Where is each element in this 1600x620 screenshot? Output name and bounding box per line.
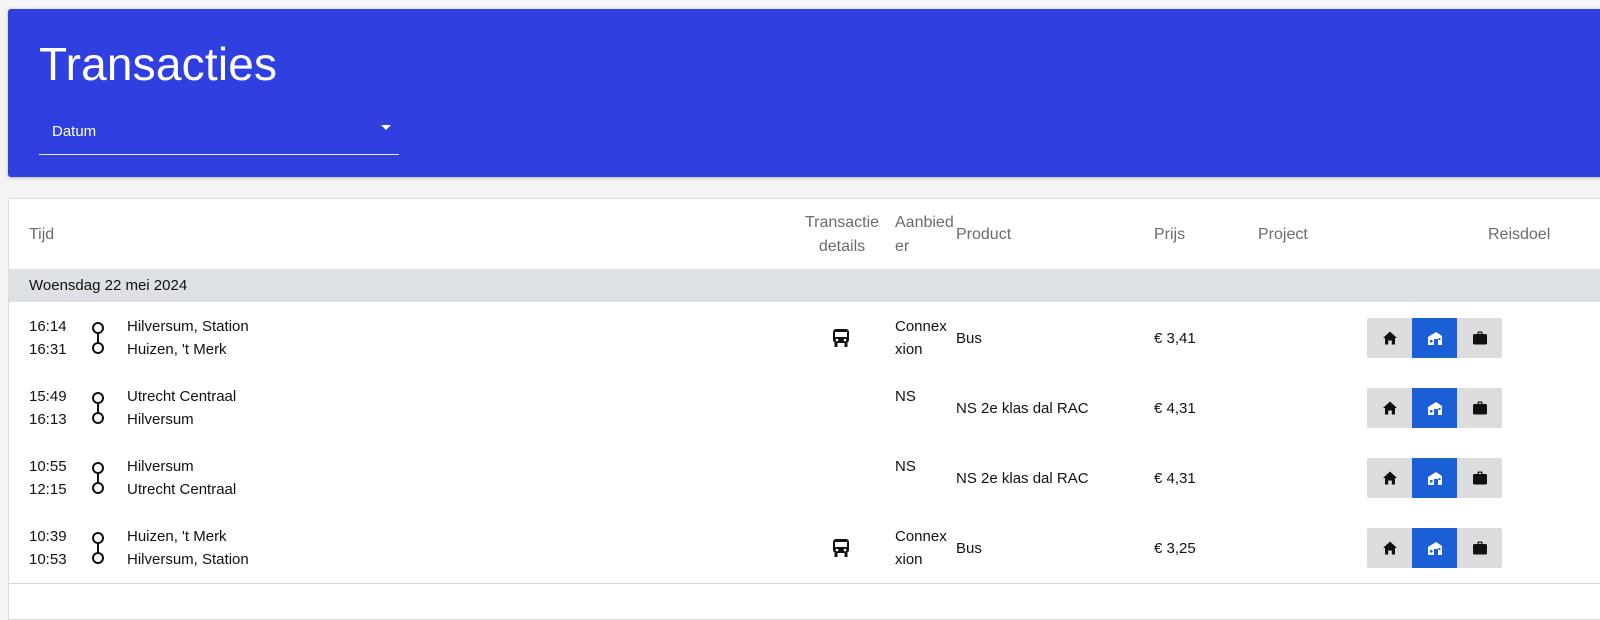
date-filter-select[interactable]: Datum bbox=[39, 113, 399, 155]
route-icon bbox=[92, 322, 104, 354]
column-header-provider-line2: er bbox=[895, 238, 910, 255]
column-header-provider-line1: Aanbied bbox=[895, 214, 954, 231]
product-cell: NS 2e klas dal RAC bbox=[956, 400, 1089, 417]
departure-station: Hilversum bbox=[127, 458, 194, 475]
purpose-toggle-group bbox=[1367, 458, 1502, 498]
column-header-product: Product bbox=[956, 226, 1012, 243]
commute-icon bbox=[1427, 472, 1442, 485]
start-time: 16:14 bbox=[29, 318, 67, 335]
start-time: 10:55 bbox=[29, 458, 67, 475]
time-cell: 16:14 16:31 bbox=[29, 315, 67, 361]
route-cell: Utrecht Centraal Hilversum bbox=[127, 385, 236, 431]
home-icon bbox=[1382, 401, 1397, 415]
briefcase-icon bbox=[1472, 401, 1487, 415]
product-cell: NS 2e klas dal RAC bbox=[956, 470, 1089, 487]
briefcase-icon bbox=[1472, 471, 1487, 485]
date-filter-label: Datum bbox=[52, 123, 97, 140]
column-header-details-line2: details bbox=[818, 238, 866, 255]
column-header-provider: Aanbied er bbox=[895, 211, 954, 259]
table-row[interactable]: 16:14 16:31 Hilversum, Station Huizen, '… bbox=[9, 303, 1600, 374]
provider-line1: Connex bbox=[895, 528, 947, 545]
arrival-station: Utrecht Centraal bbox=[127, 481, 237, 498]
end-time: 16:13 bbox=[29, 411, 67, 428]
route-cell: Huizen, 't Merk Hilversum, Station bbox=[127, 525, 249, 571]
home-icon bbox=[1382, 331, 1397, 345]
commute-icon bbox=[1427, 542, 1442, 555]
provider-line2: xion bbox=[895, 341, 923, 358]
purpose-business-button[interactable] bbox=[1457, 388, 1502, 428]
route-icon bbox=[92, 532, 104, 564]
provider-line1: NS bbox=[895, 458, 916, 475]
route-icon bbox=[92, 392, 104, 424]
date-group-row: Woensdag 22 mei 2024 bbox=[9, 269, 1600, 302]
provider-cell: NS bbox=[895, 455, 916, 478]
briefcase-icon bbox=[1472, 541, 1487, 555]
purpose-toggle-group bbox=[1367, 388, 1502, 428]
arrival-station: Hilversum, Station bbox=[127, 551, 249, 568]
commute-icon bbox=[1427, 402, 1442, 415]
bus-icon bbox=[833, 539, 849, 557]
product-cell: Bus bbox=[956, 330, 982, 347]
end-time: 10:53 bbox=[29, 551, 67, 568]
time-cell: 15:49 16:13 bbox=[29, 385, 67, 431]
purpose-business-button[interactable] bbox=[1457, 528, 1502, 568]
arrival-station: Huizen, 't Merk bbox=[127, 341, 227, 358]
price-cell: € 4,31 bbox=[1154, 470, 1196, 487]
departure-station: Hilversum, Station bbox=[127, 318, 249, 335]
end-time: 16:31 bbox=[29, 341, 67, 358]
purpose-commute-button[interactable] bbox=[1412, 458, 1457, 498]
date-group-label: Woensdag 22 mei 2024 bbox=[29, 277, 188, 294]
purpose-private-button[interactable] bbox=[1367, 318, 1412, 358]
purpose-commute-button[interactable] bbox=[1412, 528, 1457, 568]
page-header: Transacties Datum bbox=[8, 9, 1600, 177]
departure-station: Utrecht Centraal bbox=[127, 388, 237, 405]
table-row[interactable]: 10:39 10:53 Huizen, 't Merk Hilversum, S… bbox=[9, 513, 1600, 584]
price-cell: € 3,25 bbox=[1154, 540, 1196, 557]
purpose-commute-button[interactable] bbox=[1412, 318, 1457, 358]
purpose-toggle-group bbox=[1367, 528, 1502, 568]
purpose-private-button[interactable] bbox=[1367, 458, 1412, 498]
column-header-project: Project bbox=[1258, 226, 1308, 243]
price-cell: € 4,31 bbox=[1154, 400, 1196, 417]
briefcase-icon bbox=[1472, 331, 1487, 345]
purpose-toggle-group bbox=[1367, 318, 1502, 358]
column-header-details-line1: Transactie bbox=[804, 214, 880, 231]
route-cell: Hilversum Utrecht Centraal bbox=[127, 455, 236, 501]
home-icon bbox=[1382, 541, 1397, 555]
provider-cell: NS bbox=[895, 385, 916, 408]
purpose-business-button[interactable] bbox=[1457, 458, 1502, 498]
price-cell: € 3,41 bbox=[1154, 330, 1196, 347]
time-cell: 10:55 12:15 bbox=[29, 455, 67, 501]
provider-cell: Connex xion bbox=[895, 315, 947, 361]
provider-cell: Connex xion bbox=[895, 525, 947, 571]
chevron-down-icon bbox=[381, 125, 391, 130]
provider-line1: Connex bbox=[895, 318, 947, 335]
time-cell: 10:39 10:53 bbox=[29, 525, 67, 571]
departure-station: Huizen, 't Merk bbox=[127, 528, 227, 545]
purpose-private-button[interactable] bbox=[1367, 528, 1412, 568]
provider-line2: xion bbox=[895, 551, 923, 568]
purpose-private-button[interactable] bbox=[1367, 388, 1412, 428]
purpose-commute-button[interactable] bbox=[1412, 388, 1457, 428]
table-row[interactable]: 15:49 16:13 Utrecht Centraal Hilversum N… bbox=[9, 373, 1600, 444]
start-time: 15:49 bbox=[29, 388, 67, 405]
column-header-purpose: Reisdoel bbox=[1488, 226, 1551, 243]
route-cell: Hilversum, Station Huizen, 't Merk bbox=[127, 315, 249, 361]
bus-icon bbox=[833, 329, 849, 347]
page-title: Transacties bbox=[39, 38, 278, 90]
route-icon bbox=[92, 462, 104, 494]
end-time: 12:15 bbox=[29, 481, 67, 498]
column-header-time[interactable]: Tijd bbox=[29, 223, 54, 247]
transactions-table: Tijd Transactie details Aanbied er Produ… bbox=[8, 198, 1600, 620]
commute-icon bbox=[1427, 332, 1442, 345]
column-header-details: Transactie details bbox=[799, 211, 885, 259]
product-cell: Bus bbox=[956, 540, 982, 557]
column-header-price: Prijs bbox=[1154, 226, 1186, 243]
home-icon bbox=[1382, 471, 1397, 485]
table-row[interactable]: 10:55 12:15 Hilversum Utrecht Centraal N… bbox=[9, 443, 1600, 514]
provider-line1: NS bbox=[895, 388, 916, 405]
purpose-business-button[interactable] bbox=[1457, 318, 1502, 358]
arrival-station: Hilversum bbox=[127, 411, 194, 428]
start-time: 10:39 bbox=[29, 528, 67, 545]
